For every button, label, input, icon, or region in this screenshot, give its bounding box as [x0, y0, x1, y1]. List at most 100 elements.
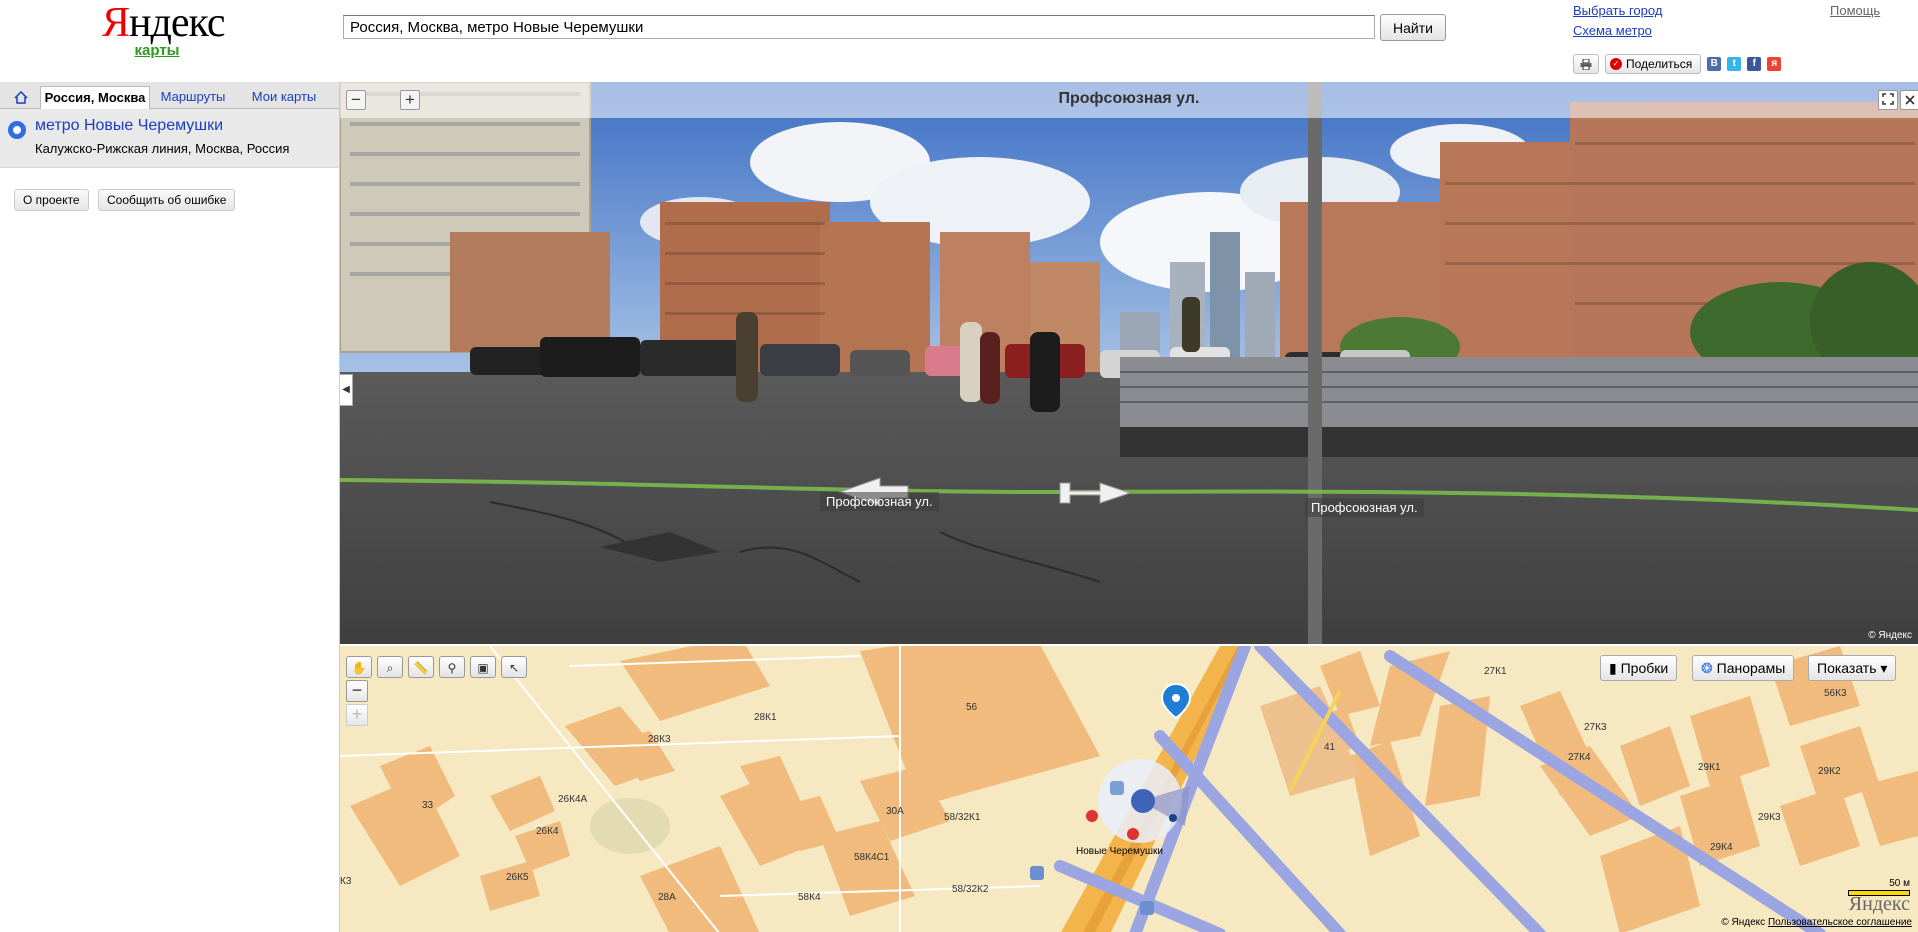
map-label: 33	[422, 800, 434, 811]
map-label: 29К2	[1818, 766, 1841, 777]
sidebar-tabs: Россия, Москва Маршруты Мои карты	[0, 82, 339, 109]
print-button[interactable]	[1573, 54, 1599, 74]
panorama-street-title: Профсоюзная ул.	[1058, 90, 1200, 107]
panorama-image[interactable]	[340, 82, 1918, 644]
panorama-tool-button[interactable]: ▣	[470, 656, 496, 678]
traffic-layer-button[interactable]: ▮ Пробки	[1600, 655, 1678, 681]
twitter-icon[interactable]: t	[1727, 57, 1742, 71]
map-label: 41	[1324, 742, 1336, 753]
logo-text: ндекс	[129, 0, 225, 46]
map-canvas[interactable]	[340, 646, 1918, 932]
map-copyright: © Яндекс Пользовательское соглашение	[1721, 917, 1912, 928]
map-label: 56К3	[1824, 688, 1847, 699]
collapse-sidebar-button[interactable]: ◀	[340, 374, 353, 406]
map-label: 26К4	[536, 826, 559, 837]
map-label: К3	[340, 876, 352, 887]
map-label: 27К3	[1584, 722, 1607, 733]
map-zoom-out-button[interactable]: −	[346, 680, 368, 702]
map-yandex-logo: Яндекс	[1848, 893, 1910, 915]
tab-routes[interactable]: Маршруты	[160, 86, 226, 108]
info-tool-button[interactable]: ↖	[501, 656, 527, 678]
map-label: 29К1	[1698, 762, 1721, 773]
ruler-icon: 📏	[413, 661, 429, 675]
panorama-zoom-in-button[interactable]: +	[400, 90, 420, 110]
map-label: 27К4	[1568, 752, 1591, 763]
map-label: 58/32К1	[944, 812, 981, 823]
traffic-label: Пробки	[1620, 660, 1669, 676]
panoramas-label: Панорамы	[1716, 660, 1786, 676]
map-label: 30А	[886, 806, 904, 817]
map-label: 28К3	[648, 734, 671, 745]
panorama-layer-icon: ❂	[1701, 660, 1713, 676]
share-icon: ✓	[1610, 58, 1622, 70]
share-toolbar: ✓ Поделиться В t f я	[1573, 54, 1782, 74]
hand-icon: ✋	[351, 661, 367, 675]
street-direction-right[interactable]: Профсоюзная ул.	[1305, 498, 1424, 517]
panorama-zoom-out-button[interactable]: −	[346, 90, 366, 110]
yandex-logo[interactable]: Яндекс карты	[102, 0, 226, 59]
share-button[interactable]: ✓ Поделиться	[1605, 54, 1702, 74]
map-toolbar: ✋ ⌕ 📏 ⚲ ▣ ↖	[346, 656, 527, 678]
metro-station-label[interactable]: Новые Черемушки	[1076, 846, 1163, 857]
logo-letter: Я	[102, 0, 130, 46]
sidebar: Россия, Москва Маршруты Мои карты метро …	[0, 82, 340, 932]
map-copyright-text: © Яндекс	[1721, 917, 1766, 928]
cursor-help-icon: ↖	[508, 661, 520, 675]
map-label: 58К4С1	[854, 852, 890, 863]
magnifier-tool-button[interactable]: ⌕	[377, 656, 403, 678]
map-label: 26К5	[506, 872, 529, 883]
fullscreen-icon	[1882, 93, 1894, 105]
show-layers-dropdown[interactable]: Показать ▾	[1808, 655, 1897, 681]
panorama-copyright: © Яндекс	[1868, 630, 1912, 641]
magnifier-icon: ⌕	[386, 661, 394, 675]
tab-search-results[interactable]: Россия, Москва	[40, 86, 150, 109]
route-tool-button[interactable]: ⚲	[439, 656, 465, 678]
help-link[interactable]: Помощь	[1830, 3, 1880, 18]
vkontakte-icon[interactable]: В	[1707, 57, 1722, 71]
map-label: 27К1	[1484, 666, 1507, 677]
map-label: 26К4А	[558, 794, 588, 805]
street-panorama[interactable]: Профсоюзная ул. − + Профсоюзная ул. Проф…	[340, 82, 1918, 644]
fullscreen-button[interactable]	[1878, 90, 1898, 110]
map-label: 28К1	[754, 712, 777, 723]
tab-home[interactable]	[4, 86, 38, 108]
map-label: 56	[966, 702, 978, 713]
panorama-icon: ▣	[477, 661, 489, 675]
choose-city-link[interactable]: Выбрать город	[1573, 3, 1662, 18]
close-panorama-button[interactable]	[1900, 90, 1918, 110]
tab-my-maps[interactable]: Мои карты	[250, 86, 318, 108]
street-direction-left[interactable]: Профсоюзная ул.	[820, 492, 939, 511]
share-label: Поделиться	[1626, 57, 1693, 71]
report-error-button[interactable]: Сообщить об ошибке	[98, 189, 236, 211]
search-button[interactable]: Найти	[1380, 14, 1446, 41]
route-icon: ⚲	[447, 661, 457, 675]
facebook-icon[interactable]: f	[1747, 57, 1762, 71]
ruler-tool-button[interactable]: 📏	[408, 656, 434, 678]
result-title[interactable]: метро Новые Черемушки	[35, 117, 223, 135]
result-subtitle: Калужско-Рижская линия, Москва, Россия	[35, 141, 290, 156]
traffic-light-icon: ▮	[1609, 660, 1617, 676]
chevron-left-icon: ◀	[342, 384, 350, 395]
map-view[interactable]: ✋ ⌕ 📏 ⚲ ▣ ↖ − + ▮ Пробки ❂ Панорамы Пока…	[340, 644, 1918, 932]
map-label: 29К4	[1710, 842, 1733, 853]
yaru-icon[interactable]: я	[1767, 57, 1782, 71]
map-label: 28А	[658, 892, 676, 903]
home-icon	[14, 91, 28, 104]
map-zoom-in-button[interactable]: +	[346, 704, 368, 726]
close-icon	[1905, 95, 1915, 105]
user-agreement-link[interactable]: Пользовательское соглашение	[1768, 917, 1912, 928]
panoramas-layer-button[interactable]: ❂ Панорамы	[1692, 655, 1795, 681]
printer-icon	[1580, 58, 1592, 71]
about-project-button[interactable]: О проекте	[14, 189, 89, 211]
map-label: 29К3	[1758, 812, 1781, 823]
scale-label: 50 м	[1889, 878, 1910, 889]
drag-tool-button[interactable]: ✋	[346, 656, 372, 678]
header: Яндекс карты Найти Выбрать город Схема м…	[0, 0, 1918, 82]
logo-wordmark: Яндекс	[102, 0, 226, 46]
map-label: 58/32К2	[952, 884, 989, 895]
map-label: 58К4	[798, 892, 821, 903]
search-result-item[interactable]: метро Новые Черемушки Калужско-Рижская л…	[0, 109, 339, 168]
search-input[interactable]	[343, 15, 1375, 39]
result-marker-icon	[8, 121, 26, 139]
metro-scheme-link[interactable]: Схема метро	[1573, 23, 1652, 38]
